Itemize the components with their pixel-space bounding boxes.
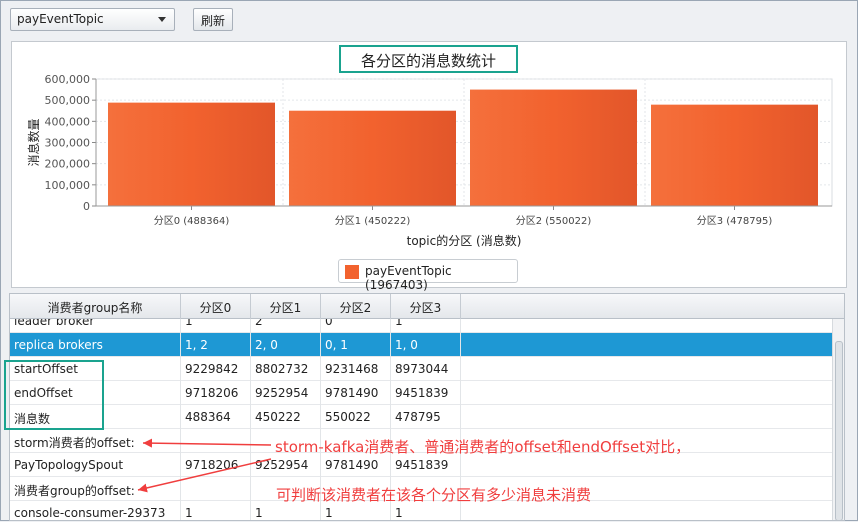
app-window: payEventTopic 刷新 0 100,000 200,000 300,000 4… (0, 0, 858, 521)
arrow-to-group-offset (137, 458, 272, 493)
arrow-to-storm-offset (142, 438, 272, 448)
annotation-line1: storm-kafka消费者、普通消费者的offset和endOffset对比， (275, 438, 691, 456)
annotation-line2: 可判断该消费者在该各个分区有多少消息未消费 (276, 486, 592, 504)
